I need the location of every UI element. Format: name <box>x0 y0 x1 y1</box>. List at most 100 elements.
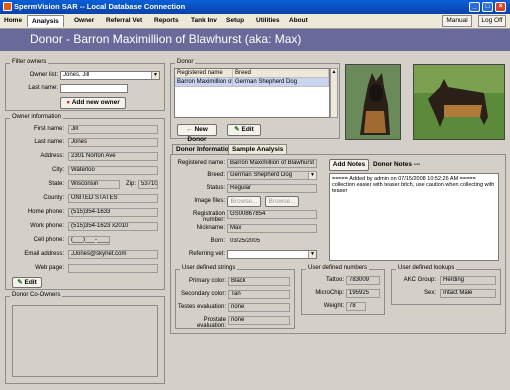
secondary-color-field: Tan <box>228 290 290 299</box>
registered-name-field: Barron Maximillion of Blawhurst <box>227 159 317 168</box>
first-name-label: First name: <box>33 126 64 132</box>
breed-select[interactable]: German Shepherd Dog ▼ <box>227 171 317 180</box>
chevron-down-icon: ▼ <box>308 172 316 179</box>
testes-evaluation-field: none <box>228 303 290 312</box>
menu-referral-vet[interactable]: Referral Vet <box>102 15 146 27</box>
menu-reports[interactable]: Reports <box>150 15 183 27</box>
add-owner-label: Add new owner <box>71 99 120 106</box>
nickname-label: Nickname: <box>196 225 225 231</box>
menu-setup[interactable]: Setup <box>222 15 248 27</box>
coowners-list[interactable] <box>12 305 158 377</box>
menu-home[interactable]: Home <box>0 15 26 27</box>
state-field: Wisconsin <box>68 180 120 189</box>
minimize-icon[interactable]: _ <box>469 2 480 12</box>
menu-analysis[interactable]: Analysis <box>27 15 64 27</box>
window-titlebar[interactable]: SpermVision SAR -- Local Database Connec… <box>0 0 510 14</box>
table-row-breed[interactable]: German Shepherd Dog <box>233 78 329 87</box>
secondary-color-label: Secondary color: <box>180 291 226 297</box>
address-label: Address: <box>40 153 64 159</box>
city-label: City: <box>52 167 64 173</box>
chevron-down-icon: ▼ <box>151 72 159 79</box>
donor-grid[interactable]: Registered name Breed Barron Maximillion… <box>174 68 330 118</box>
group-label: User defined strings <box>180 265 238 271</box>
donor-coowners-group: Donor Co-Owners <box>5 292 165 384</box>
referring-vet-label: Referring vet: <box>188 251 225 257</box>
akc-group-label: AKC Group: <box>403 277 436 283</box>
browse-button-2[interactable]: Browse... <box>265 196 299 207</box>
menu-utilities[interactable]: Utilities <box>252 15 283 27</box>
last-name-label: Last name: <box>28 85 58 91</box>
browse-button-1[interactable]: Browse... <box>227 196 261 207</box>
donor-group: Donor Registered name Breed Barron Maxim… <box>170 59 340 143</box>
tattoo-field: 783009 <box>346 276 380 285</box>
menu-about[interactable]: About <box>285 15 312 27</box>
manual-button[interactable]: Manual <box>442 15 472 27</box>
status-field: Regular <box>227 184 317 193</box>
grid-header-breed[interactable]: Breed <box>233 69 329 78</box>
tab-sample-analysis[interactable]: Sample Analysis <box>228 144 288 154</box>
grid-header-registered-name[interactable]: Registered name <box>175 69 233 78</box>
user-defined-lookups-group: User defined lookups AKC Group: Herding … <box>391 265 501 305</box>
logoff-button[interactable]: Log Off <box>478 15 506 27</box>
new-donor-button[interactable]: ← New Donor <box>177 124 217 143</box>
group-label: Donor <box>175 59 196 65</box>
filter-owners-group: Filter owners Owner list: Jones, Jill ▼ L… <box>5 59 165 111</box>
chevron-down-icon: ▼ <box>308 251 316 258</box>
add-user-icon: ● <box>66 99 71 106</box>
edit-icon: ✎ <box>17 279 23 286</box>
born-label: Born: <box>210 238 225 244</box>
sex-field: Intact Male <box>440 289 496 298</box>
testes-evaluation-label: Testes evaluation: <box>177 304 226 310</box>
born-field: 03/25/2005 <box>227 237 317 246</box>
menu-owner[interactable]: Owner <box>70 15 98 27</box>
primary-color-field: Black <box>228 277 290 286</box>
status-label: Status: <box>206 185 225 191</box>
prostate-evaluation-field: none <box>228 316 290 325</box>
referring-vet-select[interactable]: ▼ <box>227 250 317 259</box>
edit-label: Edit <box>241 126 254 133</box>
sex-label: Sex: <box>423 290 436 296</box>
tab-donor-information[interactable]: Donor Information <box>172 144 237 154</box>
donor-edit-button[interactable]: ✎ Edit <box>227 124 261 136</box>
breed-label: Breed: <box>207 172 225 178</box>
dog-photo-icon <box>414 65 504 139</box>
cell-phone-field: (___)___-____ <box>68 236 110 245</box>
table-row-registered-name[interactable]: Barron Maximillion of Bla <box>175 78 233 87</box>
page-title: Donor - Barron Maximillion of Blawhurst … <box>30 32 302 46</box>
dog-photo-icon <box>346 65 400 139</box>
owner-list-label: Owner list: <box>29 72 58 78</box>
close-icon[interactable]: × <box>495 2 506 12</box>
home-phone-field: (515)354-1633 <box>68 208 158 217</box>
last-name-field: Jones <box>68 138 158 147</box>
owner-list-select[interactable]: Jones, Jill ▼ <box>60 71 160 80</box>
email-label: Email address: <box>24 251 64 257</box>
county-field: UNITED STATES <box>68 194 158 203</box>
county-label: County: <box>43 195 64 201</box>
chevron-up-icon: ▲ <box>331 69 337 75</box>
first-name-field: Jill <box>68 125 158 134</box>
user-defined-numbers-group: User defined numbers Tattoo: 783009 Micr… <box>301 265 385 315</box>
state-label: State: <box>48 181 64 187</box>
home-phone-label: Home phone: <box>27 209 64 215</box>
last-name-filter-input[interactable] <box>60 84 128 93</box>
donor-grid-scrollbar[interactable]: ▲ <box>330 68 338 118</box>
add-notes-button[interactable]: Add Notes <box>329 159 369 171</box>
maximize-icon[interactable]: □ <box>482 2 493 12</box>
add-owner-button[interactable]: ● Add new owner <box>60 97 126 109</box>
akc-group-field: Herding <box>440 276 496 285</box>
donor-notes-textarea[interactable]: ===== Added by admin on 07/15/2008 10:52… <box>329 173 499 261</box>
donor-photo-2[interactable] <box>413 64 505 140</box>
image-files-label: Image files: <box>194 198 225 204</box>
microchip-field: 195925 <box>346 289 380 298</box>
group-label: User defined numbers <box>306 265 370 271</box>
tattoo-label: Tattoo: <box>325 277 344 283</box>
owner-edit-button[interactable]: ✎ Edit <box>12 277 42 288</box>
notes-title: Donor Notes --- <box>373 161 421 168</box>
group-label: Owner information <box>10 114 64 120</box>
group-label: Filter owners <box>10 59 49 65</box>
work-phone-field: (515)354-1623 x2010 <box>68 222 158 231</box>
zip-label: Zip: <box>125 181 136 187</box>
menu-tank-inv[interactable]: Tank Inv <box>187 15 221 27</box>
donor-photo-1[interactable] <box>345 64 401 140</box>
edit-label: Edit <box>24 279 37 286</box>
